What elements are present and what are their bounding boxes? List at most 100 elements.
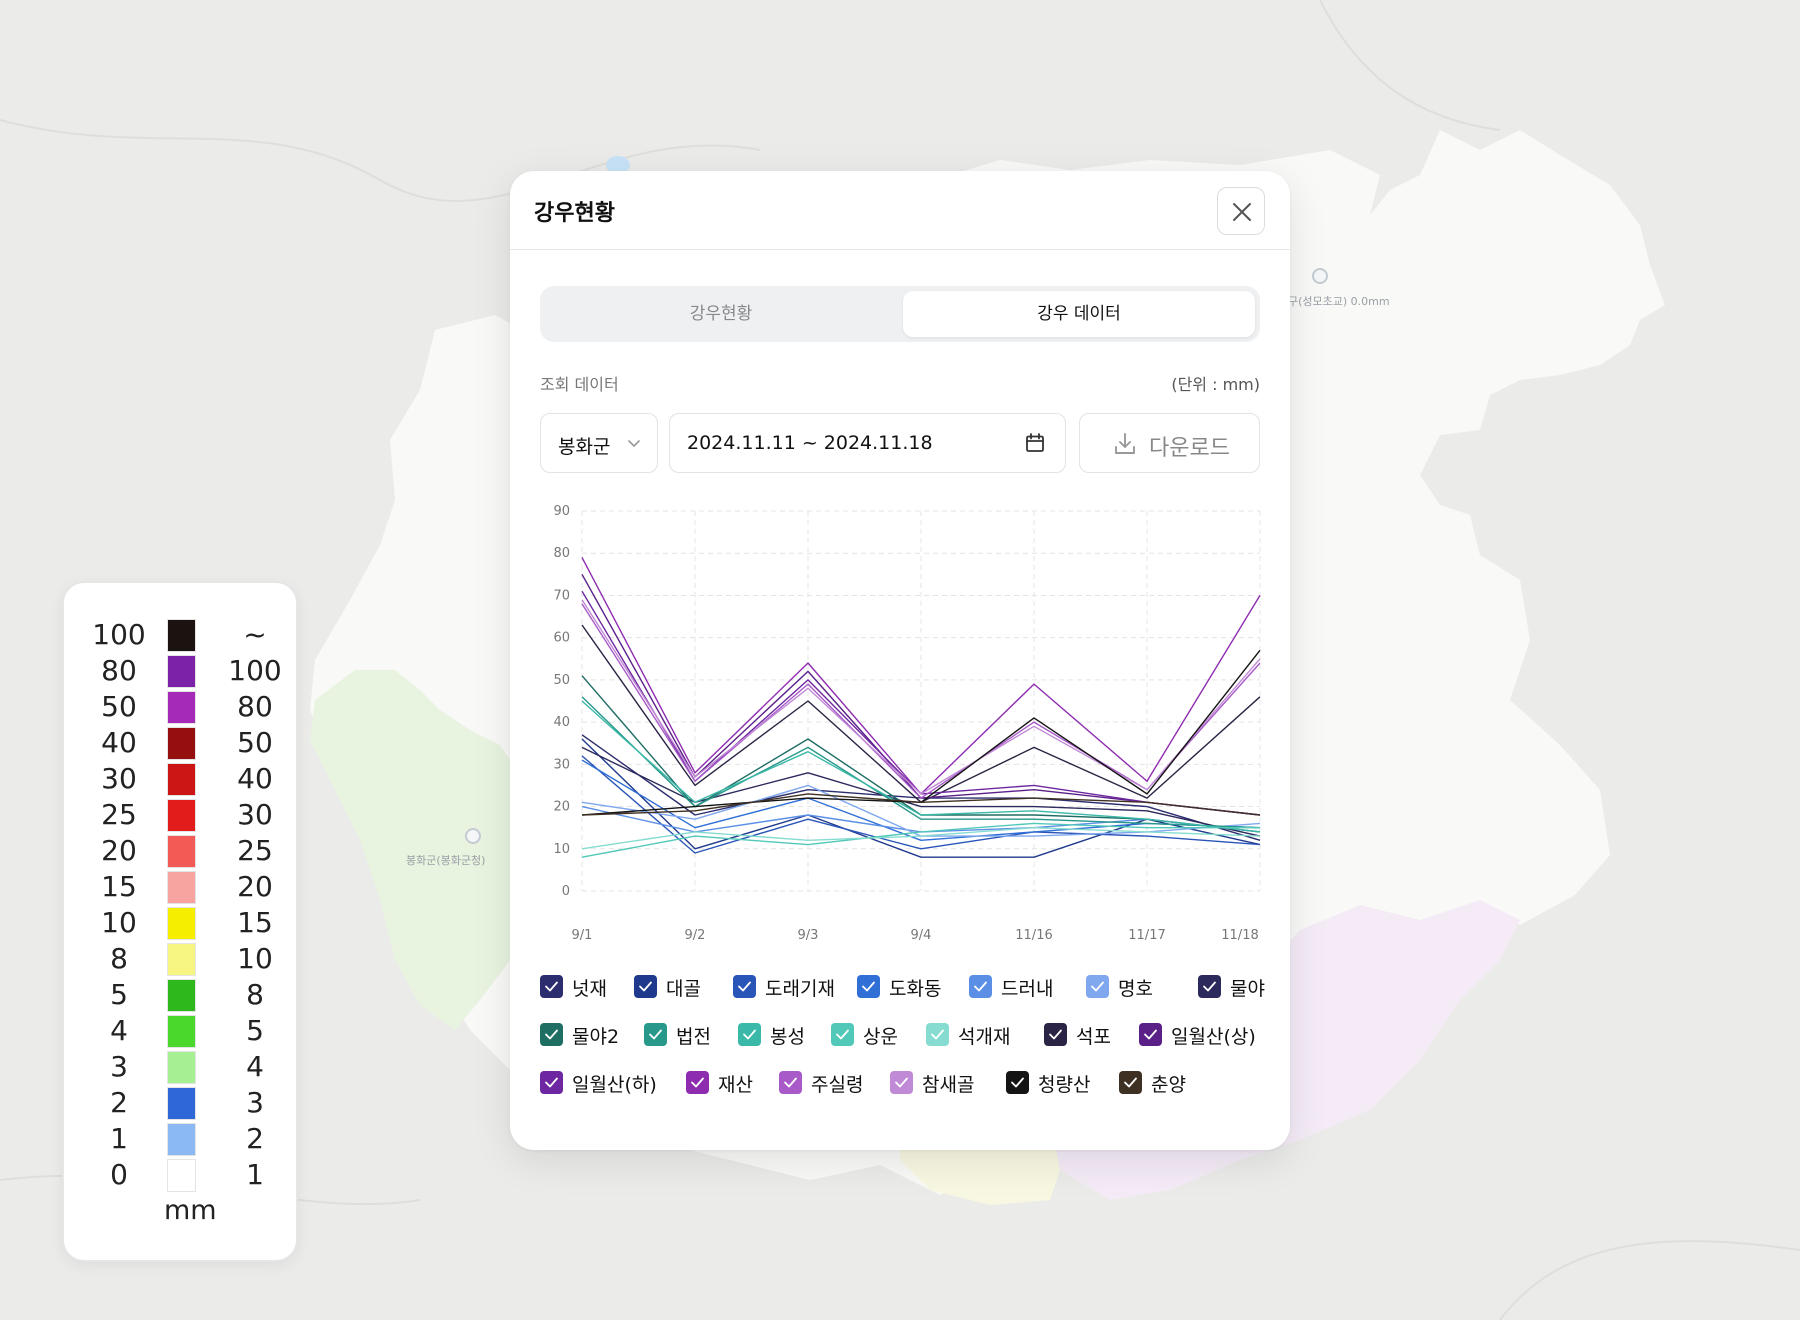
chevron-down-icon: [628, 440, 640, 448]
y-tick-label: 60: [553, 631, 570, 646]
legend-upper-bound: 40: [237, 762, 273, 795]
map-station-label[interactable]: 봉화군(봉화군청): [406, 852, 485, 868]
checkbox-checked-icon[interactable]: [1119, 1071, 1142, 1094]
checkbox-checked-icon[interactable]: [926, 1023, 949, 1046]
legend-row: 23: [64, 1085, 300, 1121]
checkbox-checked-icon[interactable]: [1198, 975, 1221, 998]
region-select-value: 봉화군: [558, 436, 611, 458]
legend-swatch: [167, 763, 196, 796]
legend-upper-bound: 8: [246, 978, 264, 1011]
legend-upper-bound: 1: [246, 1158, 264, 1191]
legend-lower-bound: 80: [101, 654, 137, 687]
legend-swatch: [167, 907, 196, 940]
legend-swatch: [167, 727, 196, 760]
legend-swatch: [167, 1015, 196, 1048]
map-marker-icon[interactable]: [1312, 268, 1328, 284]
legend-lower-bound: 10: [101, 906, 137, 939]
tab-rainfall-data[interactable]: 강우 데이터: [903, 291, 1255, 337]
legend-row: 58: [64, 977, 300, 1013]
legend-row: 20 25: [64, 833, 300, 869]
series-label: 명호: [1118, 978, 1153, 1000]
legend-row: 30 40: [64, 761, 300, 797]
legend-lower-bound: 0: [110, 1158, 128, 1191]
legend-row: 80 100: [64, 653, 300, 689]
series-label: 재산: [718, 1074, 753, 1096]
x-tick-label: 11/17: [1128, 928, 1165, 943]
checkbox-checked-icon[interactable]: [1044, 1023, 1067, 1046]
series-legend: 넛재 대골 도래기재 도화동 드러내 명호 물야 물야2 법전 봉성 상운 석개재 석포 일월산(상) 일월…: [540, 971, 1270, 1141]
query-data-label: 조회 데이터: [540, 375, 619, 394]
series-label: 대골: [666, 978, 701, 1000]
rainfall-panel: 강우현황 강우현황 강우 데이터 조회 데이터 (단위 : mm) 봉화군 20…: [510, 171, 1290, 1150]
legend-swatch: [167, 835, 196, 868]
date-range-picker[interactable]: 2024.11.11 ~ 2024.11.18: [669, 413, 1066, 473]
checkbox-checked-icon[interactable]: [831, 1023, 854, 1046]
checkbox-checked-icon[interactable]: [540, 1023, 563, 1046]
map-marker-icon[interactable]: [465, 828, 481, 844]
legend-row: 8 10: [64, 941, 300, 977]
legend-upper-bound: 30: [237, 798, 273, 831]
region-select[interactable]: 봉화군: [540, 413, 658, 473]
series-label: 봉성: [770, 1026, 805, 1048]
x-tick-label: 9/3: [798, 928, 819, 943]
y-tick-label: 10: [553, 842, 570, 857]
date-range-value: 2024.11.11 ~ 2024.11.18: [687, 432, 933, 454]
legend-swatch: [167, 1087, 196, 1120]
checkbox-checked-icon[interactable]: [634, 975, 657, 998]
legend-swatch: [167, 871, 196, 904]
download-button[interactable]: 다운로드: [1079, 413, 1260, 473]
y-tick-label: 20: [553, 800, 570, 815]
legend-upper-bound: 25: [237, 834, 273, 867]
checkbox-checked-icon[interactable]: [890, 1071, 913, 1094]
checkbox-checked-icon[interactable]: [540, 975, 563, 998]
legend-upper-bound: 100: [228, 654, 282, 687]
x-tick-label: 11/16: [1015, 928, 1052, 943]
checkbox-checked-icon[interactable]: [1139, 1023, 1162, 1046]
legend-upper-bound: 50: [237, 726, 273, 759]
legend-lower-bound: 30: [101, 762, 137, 795]
legend-lower-bound: 8: [110, 942, 128, 975]
legend-swatch: [167, 655, 196, 688]
map-station-label[interactable]: 구(성모초교) 0.0mm: [1288, 293, 1390, 309]
checkbox-checked-icon[interactable]: [1086, 975, 1109, 998]
close-button[interactable]: [1217, 187, 1265, 235]
legend-swatch: [167, 799, 196, 832]
legend-swatch: [167, 691, 196, 724]
series-label: 춘양: [1151, 1074, 1186, 1096]
legend-unit: mm: [164, 1195, 217, 1226]
legend-row: 40 50: [64, 725, 300, 761]
legend-row: 50 80: [64, 689, 300, 725]
legend-swatch: [167, 943, 196, 976]
y-tick-label: 50: [553, 673, 570, 688]
series-label: 드러내: [1001, 978, 1054, 1000]
legend-upper-bound: 10: [237, 942, 273, 975]
legend-row: 10 15: [64, 905, 300, 941]
download-label: 다운로드: [1149, 436, 1230, 461]
series-label: 상운: [863, 1026, 898, 1048]
legend-swatch: [167, 1159, 196, 1192]
checkbox-checked-icon[interactable]: [686, 1071, 709, 1094]
legend-lower-bound: 3: [110, 1050, 128, 1083]
x-tick-label: 11/18: [1221, 928, 1258, 943]
tab-rainfall-status[interactable]: 강우현황: [545, 291, 897, 337]
legend-upper-bound: 2: [246, 1122, 264, 1155]
legend-lower-bound: 1: [110, 1122, 128, 1155]
checkbox-checked-icon[interactable]: [857, 975, 880, 998]
checkbox-checked-icon[interactable]: [644, 1023, 667, 1046]
series-label: 물야2: [572, 1026, 620, 1048]
checkbox-checked-icon[interactable]: [738, 1023, 761, 1046]
series-label: 주실령: [811, 1074, 864, 1096]
calendar-icon: [1026, 433, 1044, 452]
legend-swatch: [167, 619, 196, 652]
checkbox-checked-icon[interactable]: [540, 1071, 563, 1094]
checkbox-checked-icon[interactable]: [1006, 1071, 1029, 1094]
checkbox-checked-icon[interactable]: [969, 975, 992, 998]
y-tick-label: 90: [553, 504, 570, 519]
checkbox-checked-icon[interactable]: [779, 1071, 802, 1094]
checkbox-checked-icon[interactable]: [733, 975, 756, 998]
rainfall-color-legend: 100 ~80 100 50 80 40 50 30 40 25 30 20 25 15 20 10 15 8 10…: [62, 581, 298, 1262]
legend-upper-bound: 20: [237, 870, 273, 903]
legend-row: 100 ~: [64, 617, 300, 653]
legend-upper-bound: 15: [237, 906, 273, 939]
legend-upper-bound: 4: [246, 1050, 264, 1083]
